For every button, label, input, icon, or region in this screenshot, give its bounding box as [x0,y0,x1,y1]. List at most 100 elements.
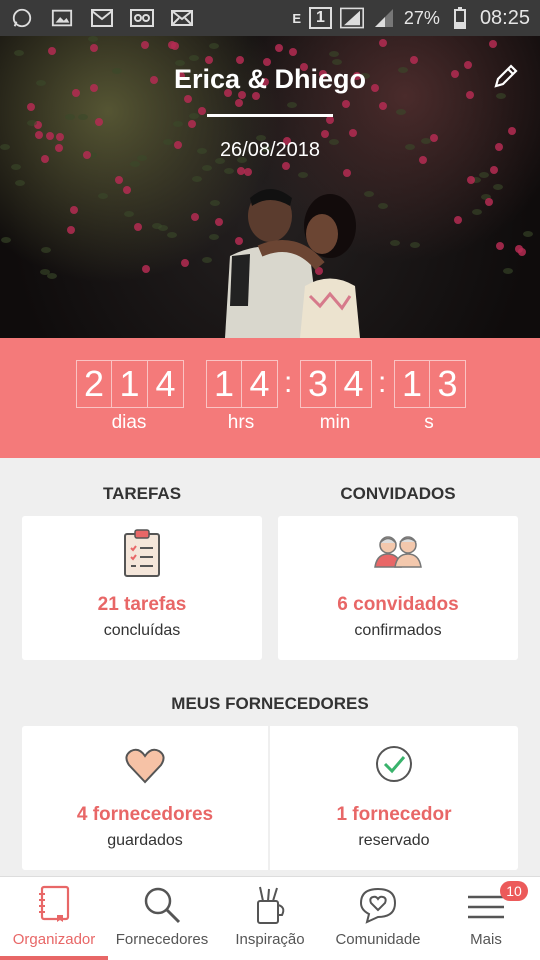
couple-names: Erica & Dhiego [173,64,367,94]
clipboard-icon [22,528,262,578]
countdown-hours: 1 4 [206,360,278,408]
inspiration-icon [257,886,285,924]
foliage-dot [88,36,98,42]
battery-icon [448,7,472,29]
foliage-dot [329,51,339,57]
foliage-dot [41,247,51,253]
nav-label: Comunidade [335,931,421,948]
saved-vendors-card[interactable]: 4 fornecedores guardados [22,726,268,870]
foliage-dot [282,162,290,170]
foliage-dot [90,44,98,52]
foliage-dot [485,198,493,206]
nav-organizador[interactable]: Organizador [0,877,108,960]
foliage-dot [134,223,142,231]
notebook-icon [39,885,70,922]
foliage-dot [342,100,350,108]
tasks-card[interactable]: 21 tarefas concluídas [22,516,262,660]
countdown: 2 1 4 dias 1 4 hrs : 3 4 min : 1 3 s [0,338,540,458]
booked-vendors-card[interactable]: 1 fornecedor reservado [270,726,518,870]
foliage-dot [124,211,134,217]
foliage-dot [35,131,43,139]
foliage-dot [167,232,177,238]
nav-mais[interactable]: 10 Mais [432,877,540,960]
countdown-digit: 2 [76,360,112,408]
foliage-dot [523,231,533,237]
search-icon [144,887,181,924]
foliage-dot [40,269,50,275]
foliage-dot [191,213,199,221]
nav-fornecedores[interactable]: Fornecedores [108,877,216,960]
foliage-dot [181,259,189,267]
foliage-dot [379,39,387,47]
foliage-dot [189,113,199,119]
foliage-dot [98,193,108,199]
foliage-dot [27,120,37,126]
foliage-dot [396,109,406,115]
foliage-dot [142,265,150,273]
signal-2-icon [372,8,396,28]
clock: 08:25 [479,6,530,29]
nav-label: Organizador [12,931,96,948]
foliage-dot [490,166,498,174]
foliage-dot [454,216,462,224]
foliage-dot [496,242,504,250]
nav-label: Fornecedores [115,931,209,948]
saved-vendors-caption: guardados [107,832,183,849]
notification-badge: 10 [500,881,528,901]
wedding-date: 26/08/2018 [219,139,321,161]
tasks-caption: concluídas [103,622,181,639]
foliage-dot [202,165,212,171]
foliage-dot [48,47,56,55]
guests-icon [278,534,518,568]
bottom-navigation: Organizador Fornecedores Inspiração Comu… [0,876,540,960]
foliage-dot [192,176,202,182]
foliage-dot [237,167,245,175]
foliage-dot [289,48,297,56]
countdown-seconds: 1 3 [394,360,466,408]
colon-separator: : [284,366,293,399]
countdown-digit: 4 [336,360,372,408]
foliage-dot [287,102,297,108]
foliage-dot [224,168,234,174]
edit-button[interactable] [490,62,520,92]
guests-card[interactable]: 6 convidados confirmados [278,516,518,660]
guests-caption: confirmados [354,622,442,639]
battery-percent: 27% [403,7,440,28]
foliage-dot [78,114,88,120]
foliage-dot [70,206,78,214]
foliage-dot [489,40,497,48]
status-bar: E 1 27% 08:25 [0,0,540,36]
foliage-dot [67,226,75,234]
foliage-dot [410,242,420,248]
title-underline [207,114,333,117]
foliage-dot [515,245,523,253]
nav-comunidade[interactable]: Comunidade [324,877,432,960]
countdown-digit: 3 [430,360,466,408]
vendors-section-title: MEUS FORNECEDORES [171,694,369,713]
nav-inspiracao[interactable]: Inspiração [216,877,324,960]
foliage-dot [410,56,418,64]
foliage-dot [467,176,475,184]
foliage-dot [95,118,103,126]
foliage-dot [27,103,35,111]
foliage-dot [493,184,503,190]
guests-count: 6 convidados [337,594,459,615]
sim-indicator: 1 [309,7,332,29]
foliage-dot [321,130,329,138]
foliage-dot [349,129,357,137]
foliage-dot [244,168,252,176]
countdown-minutes: 3 4 [300,360,372,408]
nav-label: Inspiração [235,931,305,948]
countdown-digit: 1 [394,360,430,408]
foliage-dot [379,102,387,110]
foliage-dot [390,240,400,246]
gmail-icon [90,8,114,28]
pencil-icon [494,64,518,88]
voicemail-icon [130,8,154,28]
foliage-dot [235,99,243,107]
tasks-section-title: TAREFAS [102,484,182,503]
countdown-digit: 3 [300,360,336,408]
check-circle-icon [270,744,518,784]
network-type: E [292,10,301,26]
foliage-dot [189,55,199,61]
